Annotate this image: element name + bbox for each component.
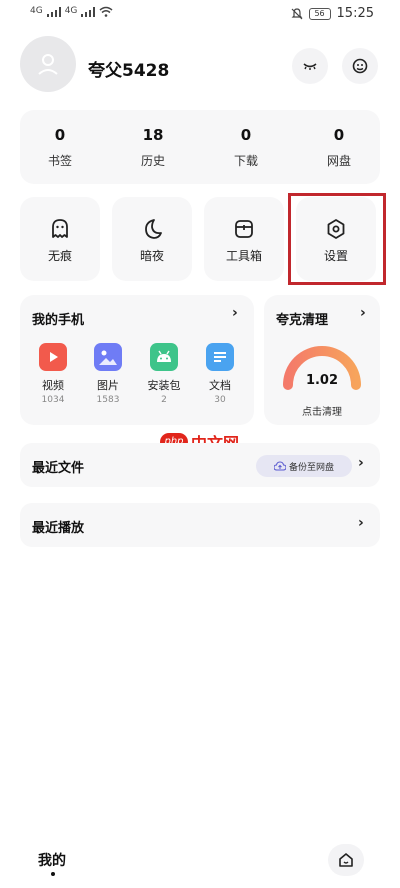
backup-label: 备份至网盘: [288, 462, 334, 473]
stat-downloads[interactable]: 0 下载: [206, 126, 286, 169]
wifi-icon: [99, 6, 113, 17]
settings-highlight-box: [288, 193, 386, 285]
eye-closed-icon: [303, 63, 317, 70]
media-count: 2: [161, 395, 167, 405]
signal-icon: [81, 6, 96, 17]
chevron-right-icon[interactable]: ›: [360, 305, 366, 321]
battery-icon: 56: [308, 7, 331, 20]
stats-card: 0 书签 18 历史 0 下载 0 网盘: [20, 110, 380, 184]
my-phone-card[interactable]: 我的手机 › 视频 1034 图片 1583 安装包 2 文档 30: [20, 295, 254, 425]
avatar[interactable]: [20, 36, 76, 92]
cleaner-value: 1.02: [305, 373, 339, 388]
backup-to-cloud-button[interactable]: 备份至网盘: [256, 455, 352, 477]
image-icon: [94, 343, 122, 371]
tool-toolbox[interactable]: 工具箱: [204, 197, 284, 281]
user-icon: [38, 54, 58, 75]
my-phone-title: 我的手机: [32, 313, 85, 328]
signal-icon: [46, 6, 61, 17]
ghost-icon: [52, 219, 68, 238]
active-tab-indicator: [51, 872, 55, 876]
chevron-right-icon[interactable]: ›: [358, 455, 364, 471]
status-right: 56 15:25: [291, 6, 374, 21]
profile-header: 夸父5428: [20, 36, 380, 96]
stat-cloud-drive[interactable]: 0 网盘: [299, 126, 379, 169]
cleaner-card[interactable]: 夸克清理 › 1.02 点击清理: [264, 295, 380, 425]
chevron-right-icon[interactable]: ›: [232, 305, 238, 321]
stat-label: 历史: [140, 154, 165, 168]
cleaner-action[interactable]: 点击清理: [264, 403, 380, 418]
stat-label: 网盘: [326, 154, 351, 168]
stat-value: 0: [333, 126, 345, 144]
mute-icon: [291, 7, 302, 19]
media-count: 1034: [41, 395, 65, 405]
status-left: 4G 4G: [30, 6, 113, 17]
media-images[interactable]: 图片 1583: [85, 343, 131, 405]
home-button[interactable]: [328, 844, 364, 876]
cloud-upload-icon: [273, 461, 286, 471]
stat-history[interactable]: 18 历史: [113, 126, 193, 169]
media-label: 视频: [42, 379, 64, 392]
username[interactable]: 夸父5428: [88, 56, 169, 81]
tool-label: 工具箱: [225, 249, 262, 263]
media-videos[interactable]: 视频 1034: [30, 343, 76, 405]
video-icon: [39, 343, 67, 371]
tool-dark-mode[interactable]: 暗夜: [112, 197, 192, 281]
tab-mine[interactable]: 我的: [38, 850, 66, 870]
recent-play-row[interactable]: 最近播放 ›: [20, 503, 380, 547]
stat-label: 书签: [47, 154, 72, 168]
chevron-right-icon[interactable]: ›: [358, 515, 364, 531]
media-count: 30: [214, 395, 226, 405]
android-icon: [150, 343, 178, 371]
cleaner-title: 夸克清理: [276, 313, 329, 328]
stat-bookmarks[interactable]: 0 书签: [20, 126, 100, 169]
stat-value: 0: [54, 126, 66, 144]
recent-files-title: 最近文件: [32, 461, 85, 476]
incognito-button[interactable]: [292, 48, 328, 84]
tool-label: 暗夜: [139, 249, 164, 263]
media-documents[interactable]: 文档 30: [197, 343, 243, 405]
sim-signal-1: 4G: [30, 6, 43, 16]
media-label: 安装包: [147, 379, 181, 392]
skin-button[interactable]: [342, 48, 378, 84]
status-time: 15:25: [336, 6, 374, 21]
document-icon: [206, 343, 234, 371]
stat-value: 18: [142, 126, 164, 144]
face-icon: [352, 58, 368, 74]
tool-label: 无痕: [47, 249, 72, 263]
media-count: 1583: [96, 395, 120, 405]
media-apks[interactable]: 安装包 2: [141, 343, 187, 405]
home-icon: [339, 853, 353, 867]
moon-icon: [145, 219, 162, 239]
stat-label: 下载: [233, 154, 258, 168]
toolbox-icon: [235, 220, 253, 238]
media-label: 图片: [97, 379, 119, 392]
recent-files-row[interactable]: 最近文件 备份至网盘 ›: [20, 443, 380, 487]
media-label: 文档: [209, 379, 231, 392]
recent-play-title: 最近播放: [32, 521, 85, 536]
tool-incognito[interactable]: 无痕: [20, 197, 100, 281]
status-bar: 4G 4G 56 15:25: [0, 0, 400, 28]
sim-signal-2: 4G: [64, 6, 78, 16]
stat-value: 0: [240, 126, 252, 144]
